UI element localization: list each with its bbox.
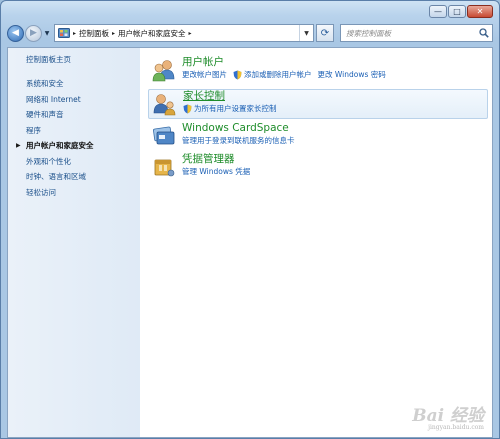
category-user-accounts: 用户帐户 更改帐户图片 添加或删除用户帐户 更改 Windows 密码	[148, 56, 488, 86]
sidebar: 控制面板主页 系统和安全 网络和 Internet 硬件和声音 程序 ▶ 用户帐…	[8, 48, 140, 437]
content-area: 控制面板主页 系统和安全 网络和 Internet 硬件和声音 程序 ▶ 用户帐…	[7, 47, 493, 438]
current-bullet-icon: ▶	[16, 142, 21, 149]
breadcrumb-user-accounts[interactable]: 用户帐户和家庭安全 ▸	[118, 28, 192, 39]
chevron-right-icon[interactable]: ▸	[112, 30, 115, 37]
manage-info-cards-link[interactable]: 管理用于登录到联机服务的信息卡	[182, 136, 295, 146]
sidebar-item-system-security[interactable]: 系统和安全	[26, 76, 140, 92]
control-panel-icon	[58, 27, 70, 39]
sidebar-home-link[interactable]: 控制面板主页	[26, 54, 140, 66]
main-panel: 用户帐户 更改帐户图片 添加或删除用户帐户 更改 Windows 密码 家长控制…	[140, 48, 492, 437]
category-cardspace: Windows CardSpace 管理用于登录到联机服务的信息卡	[148, 122, 488, 152]
category-title[interactable]: 凭据管理器	[182, 153, 250, 166]
uac-shield-icon	[233, 70, 242, 80]
close-button[interactable]: ✕	[467, 5, 493, 18]
sidebar-item-appearance[interactable]: 外观和个性化	[26, 154, 140, 170]
sidebar-item-label: 用户帐户和家庭安全	[26, 141, 94, 150]
breadcrumb-root-arrow[interactable]: ▸	[73, 30, 76, 37]
users-icon[interactable]	[151, 57, 177, 83]
sidebar-item-label: 程序	[26, 125, 41, 135]
category-title[interactable]: Windows CardSpace	[182, 122, 295, 135]
sidebar-item-ease-of-access[interactable]: 轻松访问	[26, 185, 140, 201]
recent-pages-dropdown[interactable]: ▼	[43, 30, 51, 37]
sidebar-item-label: 系统和安全	[26, 79, 64, 88]
caption-buttons: — □ ✕	[429, 5, 493, 18]
sidebar-category-list: 系统和安全 网络和 Internet 硬件和声音 程序 ▶ 用户帐户和家庭安全 …	[8, 76, 140, 200]
refresh-icon: ⟳	[320, 27, 330, 39]
search-icon[interactable]	[476, 28, 492, 38]
sidebar-item-hardware-sound[interactable]: 硬件和声音	[26, 107, 140, 123]
minimize-button[interactable]: —	[429, 5, 447, 18]
address-bar[interactable]: ▸ 控制面板 ▸ 用户帐户和家庭安全 ▸ ▼	[54, 24, 314, 42]
sidebar-item-label: 网络和 Internet	[26, 94, 81, 104]
breadcrumb-label: 用户帐户和家庭安全	[118, 28, 186, 38]
watermark-main: Bai 经验	[412, 406, 484, 426]
cardspace-icon[interactable]	[151, 123, 177, 149]
credential-manager-icon[interactable]	[151, 154, 177, 180]
set-parental-controls-link[interactable]: 为所有用户设置家长控制	[183, 104, 277, 114]
parental-controls-icon[interactable]	[152, 91, 178, 117]
add-remove-accounts-link[interactable]: 添加或删除用户帐户	[233, 70, 312, 80]
sidebar-item-user-accounts: ▶ 用户帐户和家庭安全	[16, 138, 140, 154]
sidebar-item-label: 硬件和声音	[26, 110, 64, 119]
chevron-right-icon[interactable]: ▸	[189, 30, 192, 37]
maximize-button[interactable]: □	[448, 5, 466, 18]
navigation-bar: ◀ ▶ ▼ ▸ 控制面板 ▸ 用户帐户和家庭安全 ▸ ▼ ⟳ 搜索控制面板	[7, 23, 493, 43]
forward-button[interactable]: ▶	[25, 24, 42, 42]
sidebar-item-label: 外观和个性化	[26, 156, 71, 166]
category-parental-controls: 家长控制 为所有用户设置家长控制	[148, 89, 488, 119]
breadcrumb-control-panel[interactable]: 控制面板 ▸	[79, 28, 115, 39]
change-windows-password-link[interactable]: 更改 Windows 密码	[318, 70, 386, 80]
search-input[interactable]: 搜索控制面板	[346, 28, 476, 39]
address-dropdown-button[interactable]: ▼	[299, 25, 313, 41]
control-panel-window: — □ ✕ ◀ ▶ ▼ ▸ 控制面板 ▸ 用户帐户和家庭安全 ▸ ▼ ⟳ 搜索控…	[0, 0, 500, 439]
sidebar-item-network-internet[interactable]: 网络和 Internet	[26, 92, 140, 108]
category-title[interactable]: 家长控制	[183, 90, 277, 103]
back-button[interactable]: ◀	[7, 24, 24, 42]
manage-windows-credentials-link[interactable]: 管理 Windows 凭据	[182, 167, 250, 177]
sidebar-item-label: 轻松访问	[26, 187, 56, 197]
sidebar-item-label: 时钟、语言和区域	[26, 172, 86, 181]
uac-shield-icon	[183, 104, 192, 114]
search-box[interactable]: 搜索控制面板	[340, 24, 493, 42]
category-title[interactable]: 用户帐户	[182, 56, 386, 69]
baidu-watermark: Bai 经验 jingyan.baidu.com	[412, 401, 484, 431]
sidebar-item-clock-language-region[interactable]: 时钟、语言和区域	[26, 169, 140, 185]
change-account-picture-link[interactable]: 更改帐户图片	[182, 70, 227, 80]
link-label: 添加或删除用户帐户	[244, 70, 312, 79]
category-credential-manager: 凭据管理器 管理 Windows 凭据	[148, 153, 488, 183]
link-label: 为所有用户设置家长控制	[194, 104, 277, 113]
refresh-button[interactable]: ⟳	[316, 24, 334, 42]
sidebar-item-programs[interactable]: 程序	[26, 123, 140, 139]
breadcrumb-label: 控制面板	[79, 28, 110, 38]
